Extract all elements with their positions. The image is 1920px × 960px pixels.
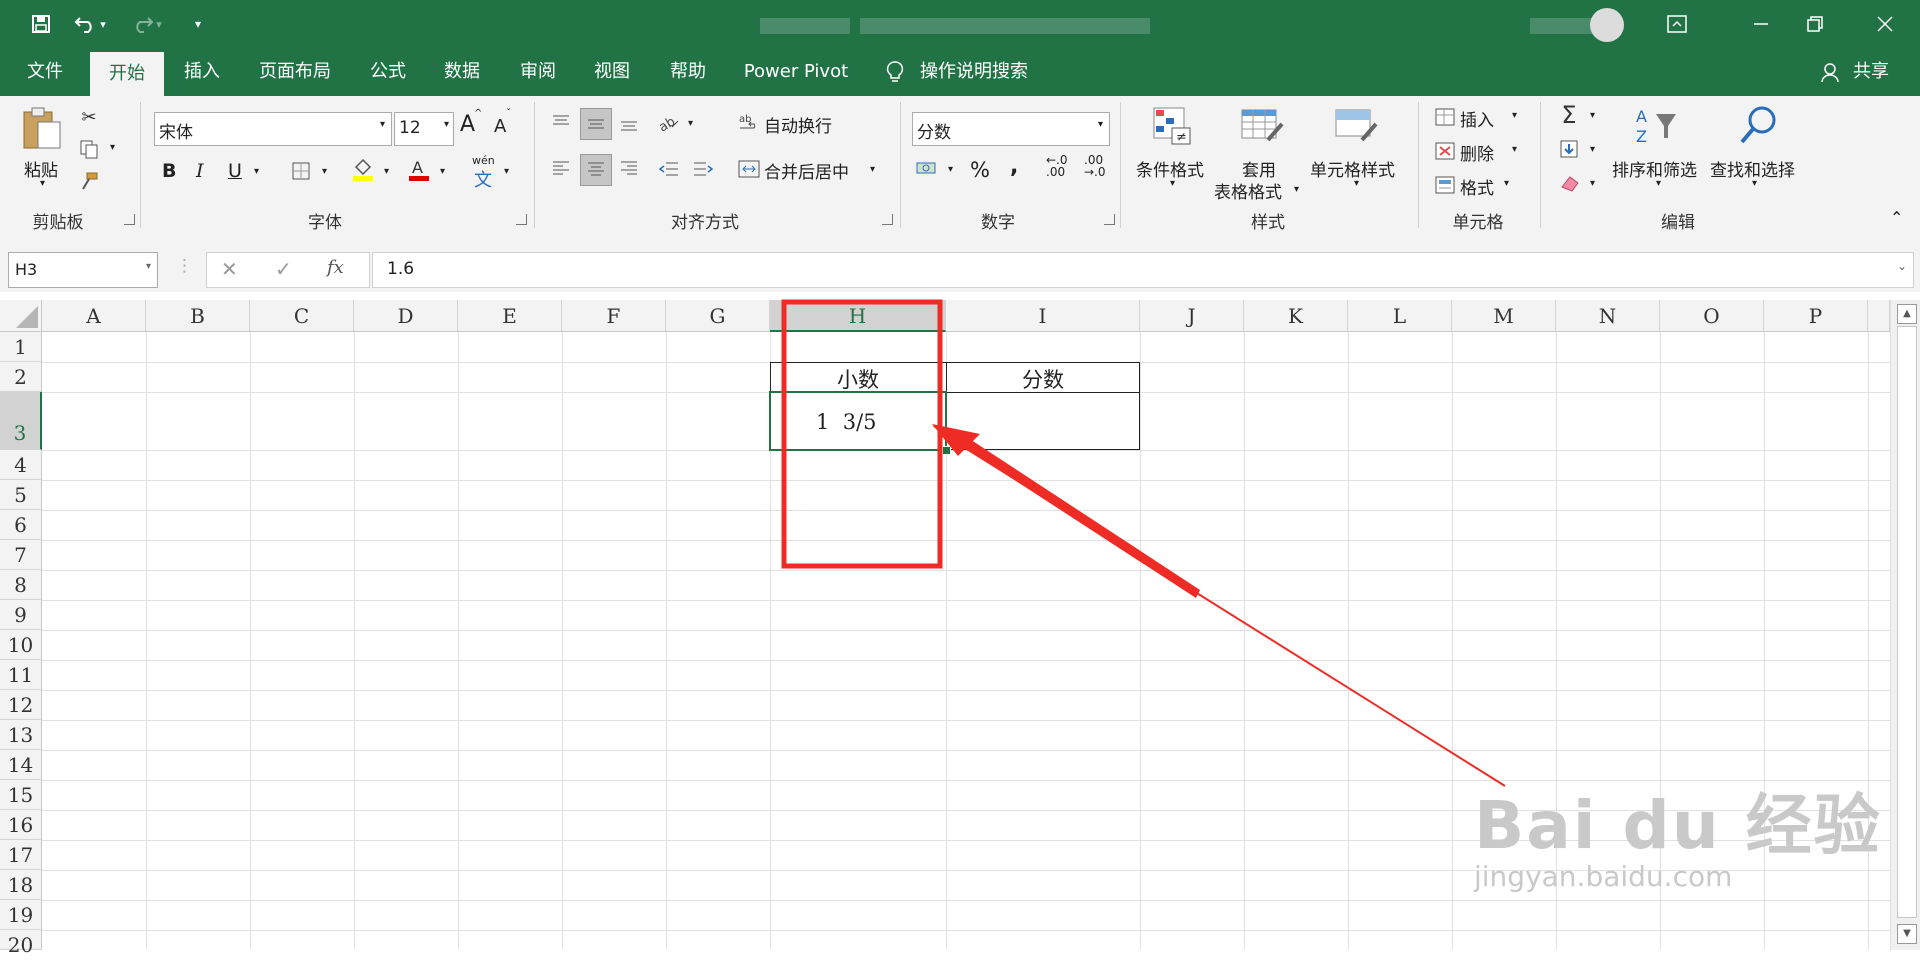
annotation-arrow-shaft xyxy=(932,426,1200,598)
watermark-url: jingyan.baidu.com xyxy=(1474,860,1733,893)
watermark-logo: Bai du 经验 xyxy=(1474,787,1882,864)
annotation-highlight-box xyxy=(781,299,943,569)
